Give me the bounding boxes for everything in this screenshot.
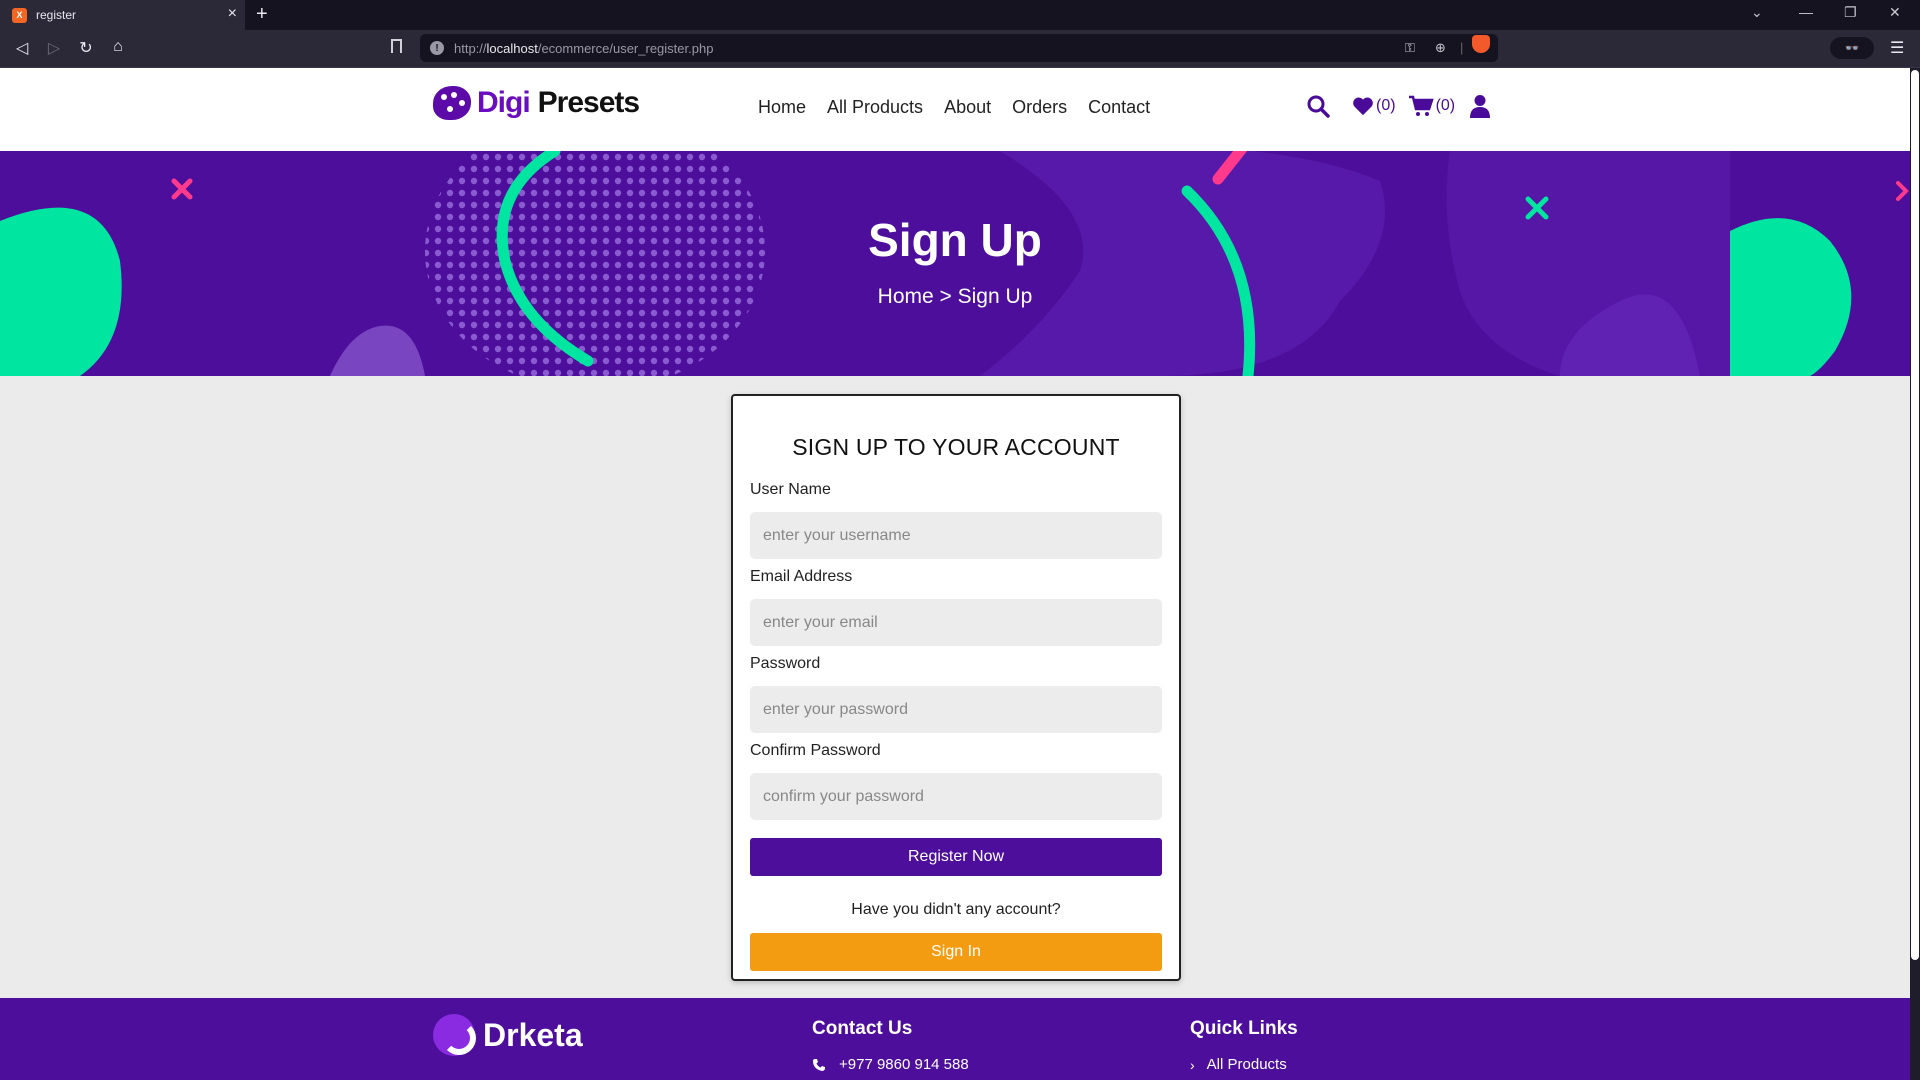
nav-orders[interactable]: Orders xyxy=(1012,97,1067,118)
restore-icon[interactable]: ❐ xyxy=(1844,4,1857,21)
scrollbar-thumb[interactable] xyxy=(1911,70,1919,960)
footer-link-label: All Products xyxy=(1206,1056,1287,1073)
breadcrumb-current: Sign Up xyxy=(957,285,1033,308)
signin-button[interactable]: Sign In xyxy=(750,933,1162,971)
browser-tab[interactable]: X register × xyxy=(0,0,245,30)
search-icon[interactable] xyxy=(1306,94,1330,118)
footer-link-all-products[interactable]: › All Products xyxy=(1190,1056,1287,1073)
email-label: Email Address xyxy=(750,568,853,585)
heart-icon[interactable] xyxy=(1352,96,1374,116)
username-input[interactable] xyxy=(750,512,1162,559)
footer-phone: +977 9860 914 588 xyxy=(812,1056,969,1073)
logo-text-digi: Digi xyxy=(477,86,531,119)
confirm-password-label: Confirm Password xyxy=(750,742,881,759)
page-viewport: Digi Presets Home All Products About Ord… xyxy=(0,68,1910,1080)
email-input[interactable] xyxy=(750,599,1162,646)
hero-banner: Sign Up Home > Sign Up xyxy=(0,151,1910,376)
menu-icon[interactable]: ☰ xyxy=(1890,38,1904,58)
home-icon[interactable]: ⌂ xyxy=(108,38,128,56)
url-scheme: http:// xyxy=(454,40,487,56)
cart-count[interactable]: (0) xyxy=(1436,97,1456,115)
drketa-logo-icon xyxy=(433,1014,476,1056)
window-close-icon[interactable]: ✕ xyxy=(1889,4,1901,21)
header-icons: (0) (0) xyxy=(1306,94,1491,118)
form-title: SIGN UP TO YOUR ACCOUNT xyxy=(792,434,1120,460)
tab-title: register xyxy=(36,8,77,22)
chevron-right-icon: › xyxy=(1190,1056,1195,1073)
have-account-text: Have you didn't any account? xyxy=(851,901,1061,918)
main-nav: Home All Products About Orders Contact xyxy=(758,97,1171,118)
quick-links-heading: Quick Links xyxy=(1190,1018,1298,1039)
zoom-icon[interactable]: ⊕ xyxy=(1435,40,1446,56)
phone-icon xyxy=(813,1058,825,1071)
forward-icon[interactable]: ▷ xyxy=(44,38,64,58)
wishlist-count[interactable]: (0) xyxy=(1376,97,1396,115)
reload-icon[interactable]: ↻ xyxy=(76,38,96,58)
brave-shields-icon[interactable] xyxy=(1472,35,1490,53)
user-icon[interactable] xyxy=(1469,94,1491,118)
palette-icon xyxy=(433,86,471,120)
back-icon[interactable]: ◁ xyxy=(12,38,32,58)
browser-tabbar: X register × + ⌄ — ❐ ✕ xyxy=(0,0,1920,30)
password-input[interactable] xyxy=(750,686,1162,733)
close-tab-icon[interactable]: × xyxy=(228,6,237,22)
new-tab-icon[interactable]: + xyxy=(256,3,268,26)
nav-all-products[interactable]: All Products xyxy=(827,97,923,118)
nav-contact[interactable]: Contact xyxy=(1088,97,1150,118)
url-host: localhost xyxy=(486,40,538,56)
breadcrumb-separator: > xyxy=(933,285,958,308)
url-text: http://localhost/ecommerce/user_register… xyxy=(454,41,713,56)
key-icon[interactable]: ⚿ xyxy=(1405,40,1415,56)
contact-heading: Contact Us xyxy=(812,1018,913,1039)
logo-text-presets: Presets xyxy=(537,86,640,119)
site-info-icon[interactable]: ! xyxy=(430,41,444,55)
nav-about[interactable]: About xyxy=(944,97,991,118)
register-button[interactable]: Register Now xyxy=(750,838,1162,876)
footer-logo[interactable]: Drketa xyxy=(433,1014,583,1056)
cart-icon[interactable] xyxy=(1408,95,1434,117)
browser-toolbar: ◁ ▷ ↻ ⌂ ! http://localhost/ecommerce/use… xyxy=(0,30,1920,68)
username-label: User Name xyxy=(750,481,831,498)
tab-list-chevron-icon[interactable]: ⌄ xyxy=(1751,4,1763,21)
url-path: /ecommerce/user_register.php xyxy=(537,40,714,56)
site-header: Digi Presets Home All Products About Ord… xyxy=(0,68,1910,151)
page-title: Sign Up xyxy=(868,214,1042,266)
password-label: Password xyxy=(750,655,821,672)
site-logo[interactable]: Digi Presets xyxy=(433,86,640,120)
breadcrumb: Home > Sign Up xyxy=(0,285,1910,309)
address-bar[interactable]: ! http://localhost/ecommerce/user_regist… xyxy=(420,34,1498,62)
site-footer: Drketa Contact Us +977 9860 914 588 Quic… xyxy=(0,998,1910,1080)
phone-number: +977 9860 914 588 xyxy=(839,1056,969,1073)
bookmark-icon[interactable] xyxy=(391,39,402,53)
xampp-favicon-icon: X xyxy=(12,7,27,23)
nav-home[interactable]: Home xyxy=(758,97,806,118)
breadcrumb-home-link[interactable]: Home xyxy=(878,285,934,308)
confirm-password-input[interactable] xyxy=(750,773,1162,820)
signup-card: SIGN UP TO YOUR ACCOUNT User Name Email … xyxy=(731,394,1181,981)
footer-logo-text: Drketa xyxy=(483,1016,583,1053)
url-divider: | xyxy=(1460,40,1464,55)
minimize-icon[interactable]: — xyxy=(1799,4,1813,20)
reader-glasses-icon[interactable]: 👓 xyxy=(1830,37,1874,59)
